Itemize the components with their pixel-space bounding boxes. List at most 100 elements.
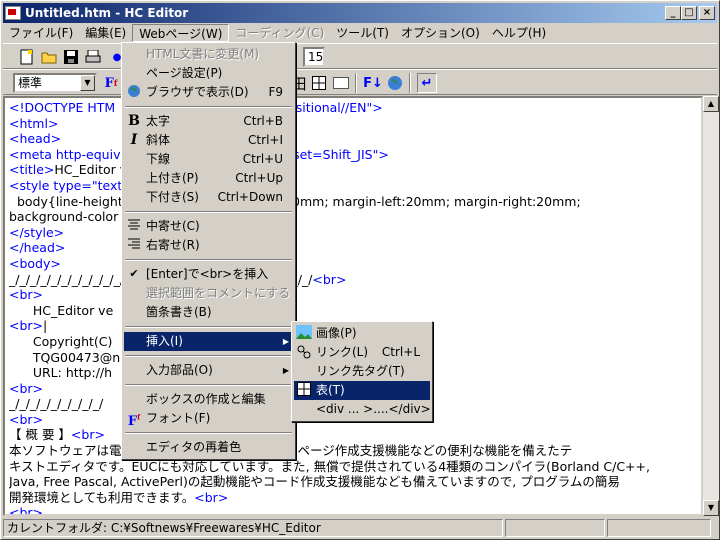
html-tag-text: <style type="text	[9, 177, 123, 193]
format-toolbar: 標準 ▼ Ff 田 F↓ ↵	[3, 69, 717, 95]
editor-line: Java, Free Pascal, ActivePerl)の起動機能やコード作…	[9, 474, 697, 490]
chevron-down-icon[interactable]: ▼	[80, 75, 95, 91]
table-icon[interactable]	[309, 73, 329, 93]
editor-line: <meta http-equiv text/html; charset=Shif…	[9, 147, 697, 163]
size-field[interactable]: 15	[303, 47, 325, 67]
new-file-icon[interactable]	[17, 47, 37, 67]
box-icon[interactable]	[331, 73, 351, 93]
body-text: HC_Editor ve	[9, 302, 114, 318]
save-icon[interactable]	[61, 47, 81, 67]
menu-bar: ファイル(F) 編集(E) Webページ(W) コーディング(C) ツール(T) オプショ…	[3, 23, 717, 42]
menu-shortcut: Ctrl+Up	[235, 171, 283, 185]
menu-item[interactable]: ブラウザで表示(D) F9	[124, 83, 293, 102]
globe-icon[interactable]	[385, 73, 405, 93]
vertical-scrollbar[interactable]: ▲ ▼	[703, 96, 719, 516]
menu-item[interactable]: 挿入(I) ▶	[124, 332, 293, 351]
menu-item[interactable]: 箇条書き(B)	[124, 303, 293, 322]
body-text: 開発環境としても利用できます。	[9, 489, 195, 505]
font-icon[interactable]: Ff	[101, 73, 121, 93]
editor-line: 【 概 要 】<br>	[9, 427, 697, 443]
editor-line: </style>	[9, 225, 697, 241]
menu-separator	[125, 259, 292, 261]
menu-item[interactable]: 上付き(P) Ctrl+Up	[124, 169, 293, 188]
body-text: |	[43, 318, 48, 334]
close-button[interactable]: ×	[699, 6, 715, 20]
title-bar[interactable]: Untitled.htm - HC Editor _ □ ×	[3, 3, 717, 23]
menu-item-label: エディタの再着色	[146, 440, 242, 454]
editor-text-area[interactable]: <!DOCTYPE HTM HTML 4.0 Transitional//EN"…	[3, 96, 703, 516]
menu-item-label: 斜体	[146, 133, 171, 147]
align-center-icon	[126, 218, 142, 234]
menu-item[interactable]: B 太字 Ctrl+B	[124, 112, 293, 131]
html-tag-text: <br>	[9, 318, 44, 334]
submenu-arrow-icon: ▶	[282, 366, 289, 375]
menu-item-label: 太字	[146, 114, 171, 128]
open-folder-icon[interactable]	[39, 47, 59, 67]
menu-item[interactable]: ツール(T)	[330, 24, 395, 42]
html-tag-text: <br>	[70, 427, 105, 443]
body-text: _/_/_/_/_/_/_/_/_/	[9, 396, 104, 412]
html-tag-text: <br>	[9, 380, 44, 396]
menu-shortcut: F9	[268, 85, 283, 99]
editor-line: <br>	[9, 505, 697, 516]
html-tag-text: </head>	[9, 240, 66, 256]
html-tag-text: <br>	[9, 505, 44, 516]
menu-separator	[125, 384, 292, 386]
menu-item-label: 画像(P)	[316, 326, 357, 340]
html-tag-text: <br>	[194, 489, 229, 505]
editor-line: _/_/_/_/_/_/_/_/_/_/_/_/_/_/_/_/_/_/_/_/…	[9, 272, 697, 288]
body-text: 【 概 要 】	[9, 427, 71, 443]
status-panel-3	[607, 519, 711, 537]
app-icon	[5, 6, 21, 20]
style-combo[interactable]: 標準 ▼	[13, 73, 97, 93]
menu-item[interactable]: ヘルプ(H)	[486, 24, 552, 42]
html-tag-text: <meta http-equiv	[9, 146, 121, 162]
menu-item-label: 箇条書き(B)	[146, 305, 212, 319]
table-icon	[296, 382, 312, 398]
menu-item[interactable]: エディタの再着色	[124, 438, 293, 457]
menu-item[interactable]: リンク(L) Ctrl+L	[294, 343, 430, 362]
menu-shortcut: Ctrl+L	[381, 345, 420, 359]
print-icon[interactable]	[83, 47, 103, 67]
html-tag-text: <body>	[9, 255, 61, 271]
menu-item[interactable]: コーディング(C)	[229, 24, 330, 42]
menu-item[interactable]: リンク先タグ(T)	[294, 362, 430, 381]
menu-separator	[125, 106, 292, 108]
menu-item[interactable]: 下線 Ctrl+U	[124, 150, 293, 169]
main-toolbar: ● 15	[3, 43, 717, 69]
menu-item[interactable]: Ff フォント(F)	[124, 409, 293, 429]
maximize-button[interactable]: □	[681, 6, 697, 20]
menu-item[interactable]: Webページ(W)	[132, 23, 230, 42]
menu-item[interactable]: 入力部品(O) ▶	[124, 361, 293, 380]
menu-item[interactable]: 表(T)	[294, 381, 430, 400]
editor-line: <body>	[9, 256, 697, 272]
menu-item[interactable]: 中寄せ(C)	[124, 217, 293, 236]
editor-line: <title>HC_Editor v	[9, 162, 697, 178]
minimize-button[interactable]: _	[665, 6, 681, 20]
menu-item[interactable]: 画像(P)	[294, 324, 430, 343]
menu-item[interactable]: I 斜体 Ctrl+I	[124, 131, 293, 150]
menu-item[interactable]: ボックスの作成と編集	[124, 390, 293, 409]
enter-br-toggle-icon[interactable]: ↵	[417, 73, 437, 93]
editor-line: <!DOCTYPE HTM HTML 4.0 Transitional//EN"…	[9, 100, 697, 116]
editor-line: <style type="text	[9, 178, 697, 194]
body-text: URL: http://h	[9, 365, 113, 381]
menu-item[interactable]: 右寄せ(R)	[124, 236, 293, 255]
menu-item[interactable]: <div ... >....</div>	[294, 400, 431, 419]
menu-item[interactable]: 編集(E)	[79, 24, 132, 42]
menu-item[interactable]: ✔ [Enter]で<br>を挿入	[124, 265, 293, 284]
menu-item-label: 挿入(I)	[146, 334, 183, 348]
font-down-icon[interactable]: F↓	[363, 73, 383, 93]
menu-item[interactable]: オプション(O)	[395, 24, 486, 42]
menu-item[interactable]: 下付き(S) Ctrl+Down	[124, 188, 293, 207]
menu-item-label: フォント(F)	[146, 411, 211, 425]
editor-line: <html>	[9, 116, 697, 132]
menu-item-label: 上付き(P)	[146, 171, 199, 185]
menu-shortcut: Ctrl+U	[242, 152, 283, 166]
body-text: TQG00473@n	[9, 349, 121, 365]
menu-item[interactable]: ページ設定(P)	[124, 64, 293, 83]
scroll-up-icon[interactable]: ▲	[703, 96, 719, 112]
scroll-down-icon[interactable]: ▼	[703, 500, 719, 516]
menu-item[interactable]: ファイル(F)	[3, 24, 79, 42]
globe-icon	[126, 84, 142, 100]
